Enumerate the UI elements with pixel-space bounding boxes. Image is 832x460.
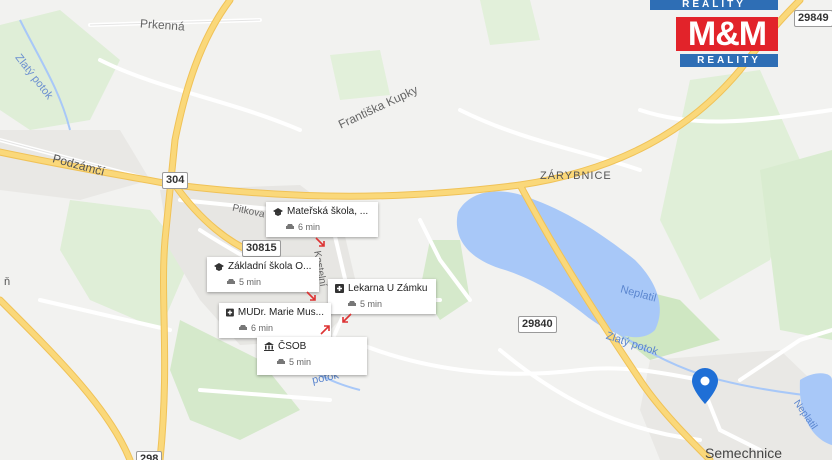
mm-reality-logo: REALITY M&M REALITY bbox=[650, 0, 778, 68]
poi-card-csob[interactable]: ČSOB 5 min bbox=[257, 337, 367, 375]
town-label-semechnice: Semechnice bbox=[705, 445, 783, 460]
poi-time: 6 min bbox=[298, 222, 321, 232]
bank-icon bbox=[264, 342, 274, 351]
road-number-304: 304 bbox=[162, 172, 189, 189]
poi-name: Základní škola O... bbox=[228, 261, 312, 272]
poi-time: 5 min bbox=[289, 357, 312, 367]
poi-name: MUDr. Marie Mus... bbox=[237, 307, 324, 318]
street-label-prkenna: Prkenná bbox=[139, 16, 186, 34]
edge-label: ň bbox=[4, 276, 11, 288]
poi-card-materska-skola[interactable]: Mateřská škola, ... 6 min bbox=[266, 202, 378, 237]
poi-name: Lekarna U Zámku bbox=[348, 283, 428, 294]
poi-name: Mateřská škola, ... bbox=[287, 206, 369, 217]
school-icon bbox=[273, 207, 283, 216]
car-icon bbox=[286, 224, 294, 229]
road-number-30815: 30815 bbox=[242, 240, 281, 257]
poi-pointer-materska-skola bbox=[315, 237, 325, 247]
pharmacy-icon bbox=[335, 284, 344, 293]
poi-pointer-lekarna bbox=[342, 313, 352, 323]
logo-bottom-text: REALITY bbox=[697, 55, 761, 66]
road-number-29849: 29849 bbox=[794, 10, 832, 27]
poi-card-mudr[interactable]: MUDr. Marie Mus... 6 min bbox=[219, 303, 331, 338]
poi-time: 6 min bbox=[251, 323, 274, 333]
poi-pointer-zakladni-skola bbox=[306, 291, 316, 301]
poi-time: 5 min bbox=[239, 277, 262, 287]
road-number-29840: 29840 bbox=[518, 316, 557, 333]
poi-card-lekarna[interactable]: Lekarna U Zámku 5 min bbox=[328, 279, 436, 314]
road-number-298: 298 bbox=[136, 451, 163, 460]
map-canvas[interactable]: Prkenná Zlatý potok Františka Kupky Podz… bbox=[0, 0, 832, 460]
poi-time: 5 min bbox=[360, 299, 383, 309]
poi-name: ČSOB bbox=[278, 341, 307, 352]
medical-icon bbox=[226, 308, 234, 317]
school-icon bbox=[214, 262, 224, 271]
logo-brand-text: M&M bbox=[687, 15, 767, 53]
poi-card-zakladni-skola[interactable]: Základní škola O... 5 min bbox=[207, 257, 319, 292]
location-pin-icon[interactable] bbox=[692, 368, 718, 404]
car-icon bbox=[239, 325, 247, 330]
poi-pointer-mudr bbox=[320, 325, 330, 335]
car-icon bbox=[227, 279, 235, 284]
area-label-zarybnice: ZÁRYBNICE bbox=[540, 170, 612, 182]
logo-top-text: REALITY bbox=[682, 0, 746, 10]
car-icon bbox=[277, 359, 285, 364]
car-icon bbox=[348, 301, 356, 306]
